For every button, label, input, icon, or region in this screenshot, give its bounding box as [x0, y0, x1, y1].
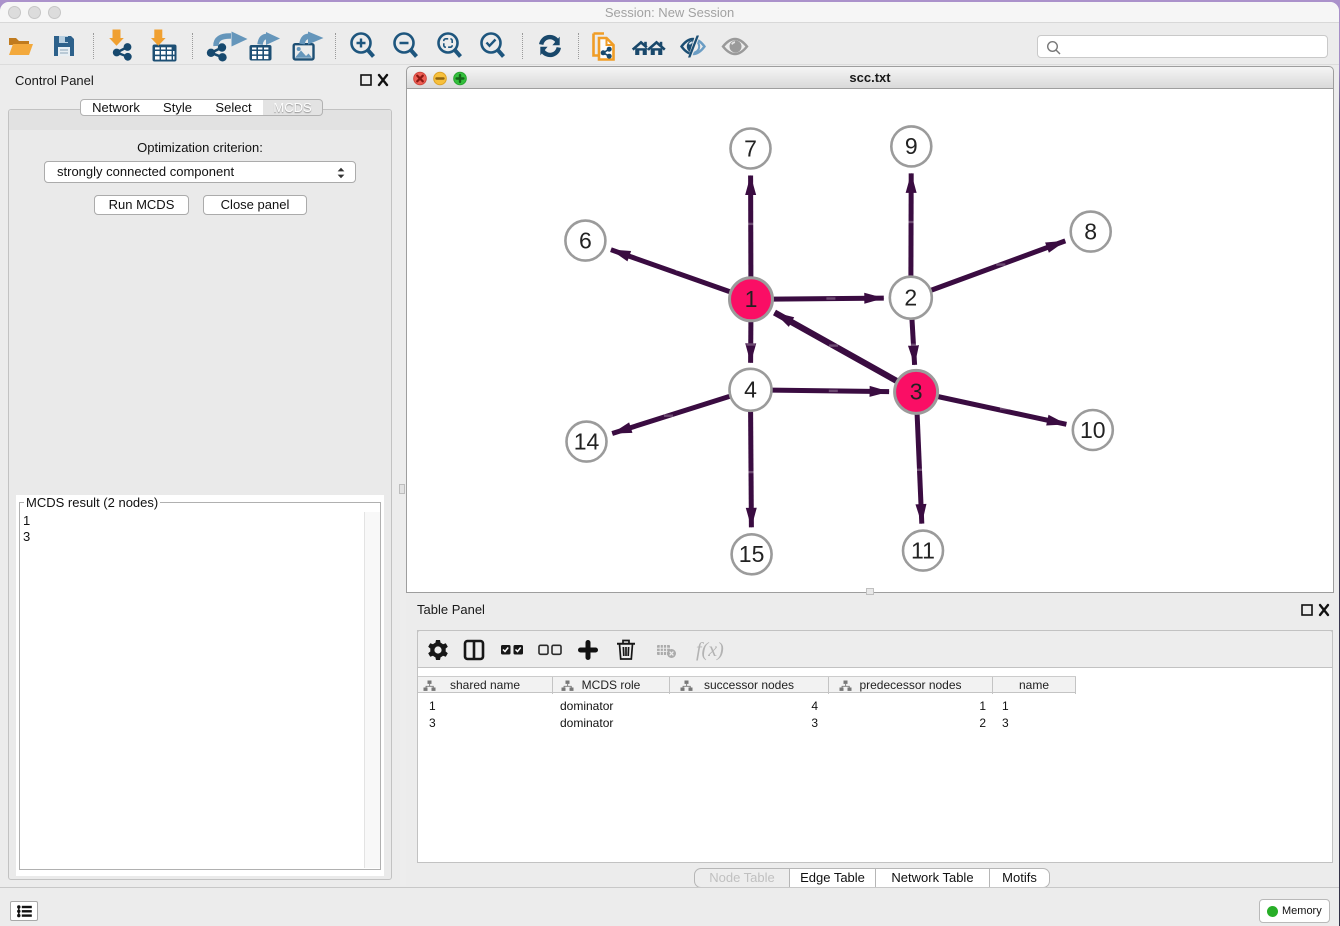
svg-text:7: 7	[744, 135, 757, 161]
svg-text:14: 14	[574, 428, 600, 454]
svg-text:1: 1	[745, 286, 758, 312]
svg-text:2: 2	[904, 285, 917, 311]
svg-text:3: 3	[910, 379, 923, 405]
svg-text:10: 10	[1080, 417, 1106, 443]
svg-text:4: 4	[744, 377, 757, 403]
svg-text:15: 15	[739, 541, 765, 567]
svg-text:9: 9	[905, 133, 918, 159]
svg-text:11: 11	[911, 537, 935, 563]
svg-text:6: 6	[579, 227, 592, 253]
svg-text:f(x): f(x)	[696, 639, 724, 661]
svg-text:8: 8	[1084, 218, 1097, 244]
